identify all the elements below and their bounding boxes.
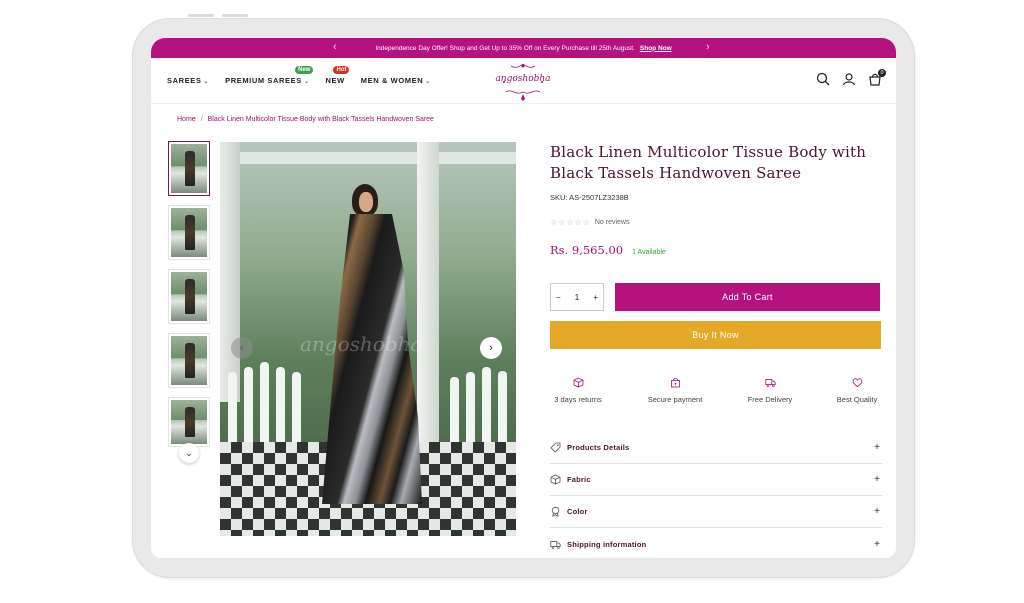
accordion-label: Fabric (567, 475, 591, 484)
truck-icon (764, 379, 776, 387)
accordion-shipping-information[interactable]: Shipping information + (550, 528, 882, 560)
chevron-down-icon: ⌄ (303, 79, 310, 85)
product-sku: SKU: AS-2507LZ3238B (550, 193, 629, 202)
plus-icon: + (874, 442, 880, 453)
nav-item-label: PREMIUM SAREES (225, 76, 302, 85)
cart-count-badge: 0 (878, 69, 886, 77)
header-icons: 0 (816, 69, 886, 86)
thumbnail-scroll-down-button[interactable]: ⌄ (179, 443, 199, 463)
thumbnail[interactable] (168, 333, 210, 388)
announcement-text: Independence Day Offer! Shop and Get Up … (375, 44, 635, 52)
badge-icon (551, 506, 560, 517)
box-icon (573, 377, 583, 388)
product-info: Black Linen Multicolor Tissue Body with … (550, 142, 882, 257)
image-watermark: angoshobha (300, 332, 423, 356)
hot-badge: Hot (333, 66, 350, 74)
lock-bag-icon (670, 378, 680, 388)
product-title: Black Linen Multicolor Tissue Body with … (550, 143, 867, 182)
price-row: Rs. 9,565.00 1 Available (550, 243, 882, 257)
accordion-products-details[interactable]: Products Details + (550, 432, 882, 464)
breadcrumb-current: Black Linen Multicolor Tissue Body with … (207, 116, 434, 123)
truck-icon (550, 540, 561, 549)
chevron-down-icon: ⌄ (185, 448, 193, 458)
cart-icon[interactable]: 0 (868, 69, 886, 86)
user-icon[interactable] (842, 72, 856, 86)
main-nav: SAREES ⌄ New PREMIUM SAREES ⌄ Hot NEW MEN … (167, 66, 431, 85)
feature-label: Secure payment (647, 395, 703, 404)
increase-quantity-button[interactable]: + (593, 293, 598, 302)
product-main-image[interactable]: angoshobha ‹ › (220, 142, 516, 536)
announcement-prev-arrow[interactable]: ‹ (333, 41, 337, 53)
thumbnail[interactable] (168, 397, 210, 447)
feature-best-quality: Best Quality (817, 377, 897, 404)
product-accordion: Products Details + Fabric + Color + Ship… (550, 432, 882, 560)
shop-now-link[interactable]: Shop Now (640, 45, 672, 52)
nav-item-label: NEW (325, 76, 345, 85)
accordion-label: Shipping information (567, 539, 647, 549)
nav-item-label: SAREES (167, 76, 202, 85)
feature-label: Best Quality (836, 395, 878, 404)
buy-now-button[interactable]: Buy It Now (550, 321, 881, 349)
product-price: Rs. 9,565.00 (550, 243, 624, 257)
announcement-next-arrow[interactable]: › (706, 41, 710, 53)
thumbnail-list (168, 141, 211, 456)
search-icon[interactable] (816, 72, 830, 86)
plus-icon: + (874, 538, 880, 550)
purchase-row: − 1 + Add To Cart (550, 283, 882, 311)
tablet-button (188, 14, 214, 17)
new-badge: New (295, 66, 314, 74)
tag-icon (550, 442, 561, 453)
rating-stars[interactable]: ☆☆☆☆☆ (550, 218, 591, 227)
quantity-value[interactable]: 1 (575, 293, 579, 302)
nav-item-label: MEN & WOMEN (360, 76, 424, 85)
site-header: SAREES ⌄ New PREMIUM SAREES ⌄ Hot NEW MEN … (151, 58, 896, 104)
nav-item-new[interactable]: Hot NEW (325, 66, 350, 85)
chevron-left-icon: ‹ (240, 342, 244, 354)
accordion-color[interactable]: Color + (550, 496, 882, 528)
features-row: 3 days returns Secure payment Free Deliv… (550, 377, 882, 417)
tablet-button (222, 14, 248, 17)
feature-label: Free Delivery (747, 395, 793, 404)
quantity-stepper: − 1 + (550, 283, 604, 311)
thumbnail[interactable] (168, 269, 210, 324)
brand-logo[interactable]: angoshobha (494, 62, 552, 102)
accordion-fabric[interactable]: Fabric + (550, 464, 882, 496)
accordion-label: Color (567, 507, 588, 516)
feature-label: 3 days returns (554, 395, 602, 404)
chevron-right-icon: › (489, 342, 493, 354)
chevron-down-icon: ⌄ (203, 79, 210, 85)
box-icon (550, 474, 561, 485)
heart-icon (852, 378, 862, 387)
accordion-label: Products Details (567, 443, 630, 452)
plus-icon: + (874, 474, 880, 485)
plus-icon: + (874, 506, 880, 517)
nav-item-sarees[interactable]: SAREES ⌄ (167, 76, 209, 85)
thumbnail[interactable] (168, 205, 210, 260)
reviews-count[interactable]: No reviews (595, 219, 630, 226)
announcement-bar: ‹ Independence Day Offer! Shop and Get U… (151, 38, 896, 58)
feature-free-delivery: Free Delivery (730, 377, 810, 404)
feature-secure-payment: Secure payment (635, 377, 715, 404)
breadcrumb-separator: / (200, 116, 203, 123)
availability-status: 1 Available (632, 249, 666, 256)
logo-text: angoshobha (495, 74, 551, 84)
previous-image-button[interactable]: ‹ (231, 337, 253, 359)
breadcrumb-home[interactable]: Home (177, 116, 196, 123)
next-image-button[interactable]: › (480, 337, 502, 359)
decrease-quantity-button[interactable]: − (556, 293, 561, 302)
chevron-down-icon: ⌄ (425, 79, 431, 85)
nav-item-men-women[interactable]: MEN & WOMEN ⌄ (361, 76, 431, 85)
feature-returns: 3 days returns (538, 377, 618, 404)
thumbnail[interactable] (168, 141, 210, 196)
reviews-row: ☆☆☆☆☆ No reviews (550, 218, 882, 227)
breadcrumb: Home / Black Linen Multicolor Tissue Body … (177, 116, 434, 123)
add-to-cart-button[interactable]: Add To Cart (615, 283, 880, 311)
nav-item-premium-sarees[interactable]: New PREMIUM SAREES ⌄ (225, 66, 314, 85)
